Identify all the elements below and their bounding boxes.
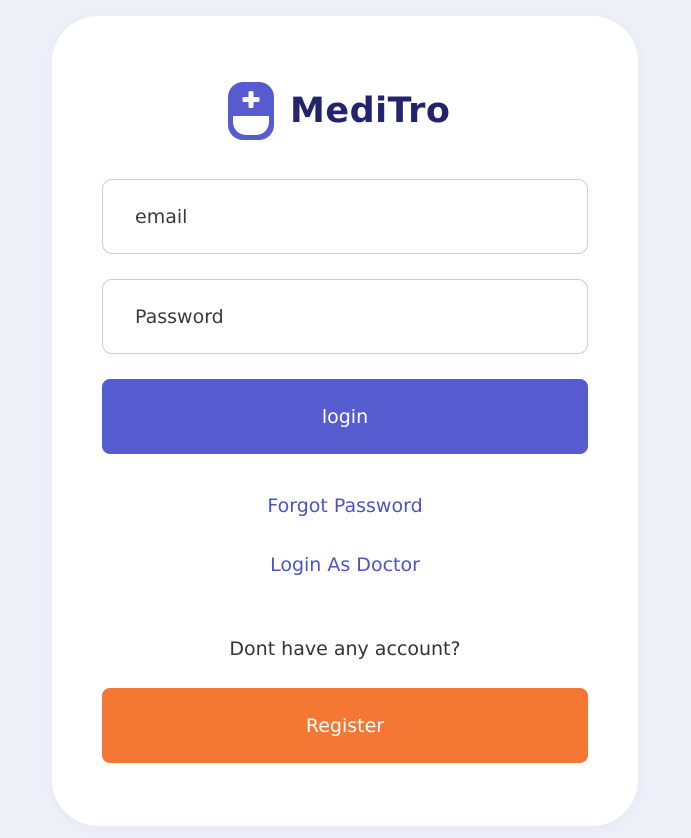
password-field[interactable] — [102, 279, 588, 354]
login-as-doctor-link[interactable]: Login As Doctor — [52, 554, 638, 576]
brand-name: MediTro — [290, 90, 451, 131]
meditro-logo-icon — [228, 82, 274, 140]
login-card: MediTro login Forgot Password Login As D… — [52, 16, 638, 826]
register-button[interactable]: Register — [102, 688, 588, 763]
brand: MediTro — [226, 79, 450, 143]
forgot-password-link[interactable]: Forgot Password — [52, 495, 638, 517]
password-input[interactable] — [135, 305, 587, 328]
email-field[interactable] — [102, 179, 588, 254]
register-prompt: Dont have any account? — [229, 638, 461, 660]
email-input[interactable] — [135, 205, 587, 228]
login-button[interactable]: login — [102, 379, 588, 454]
